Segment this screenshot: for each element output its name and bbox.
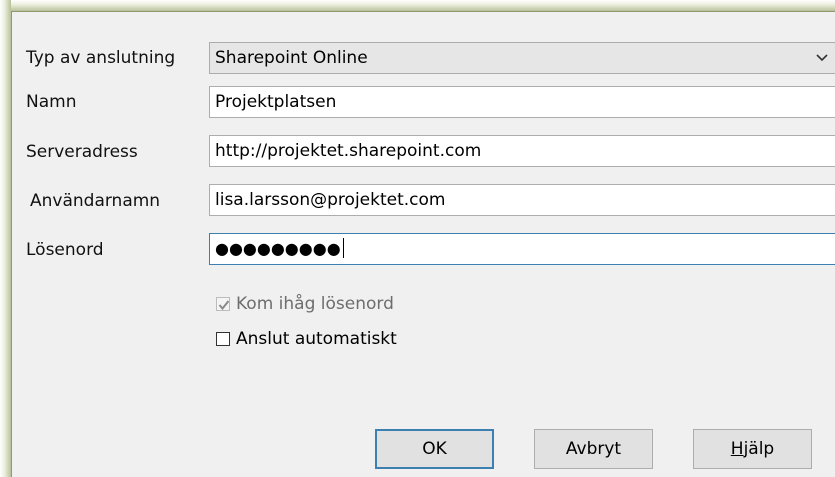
server-address-value: http://projektet.sharepoint.com (215, 141, 482, 161)
username-field[interactable]: lisa.larsson@projektet.com (209, 184, 835, 216)
auto-connect-checkbox[interactable] (216, 332, 230, 346)
password-masked-value: ●●●●●●●●● (215, 239, 341, 258)
auto-connect-label: Anslut automatiskt (236, 329, 397, 349)
help-button[interactable]: Hjälp (693, 429, 812, 469)
window-frame-top-edge (0, 0, 835, 11)
remember-password-checkbox[interactable] (216, 297, 230, 311)
connection-type-select[interactable]: Sharepoint Online (209, 42, 835, 74)
password-label: Lösenord (26, 240, 104, 260)
server-address-field[interactable]: http://projektet.sharepoint.com (209, 135, 835, 167)
text-caret (342, 237, 344, 258)
remember-password-checkbox-row[interactable]: Kom ihåg lösenord (216, 293, 394, 315)
help-button-mnemonic: H (730, 439, 744, 459)
name-field[interactable]: Projektplatsen (209, 86, 835, 118)
connection-type-label: Typ av anslutning (26, 48, 176, 68)
ok-button[interactable]: OK (375, 429, 494, 469)
checkmark-icon (218, 300, 230, 311)
name-label: Namn (26, 92, 77, 112)
password-field[interactable]: ●●●●●●●●● (209, 233, 835, 265)
window-frame: Typ av anslutning Sharepoint Online Namn… (0, 0, 835, 477)
connection-dialog: Typ av anslutning Sharepoint Online Namn… (11, 11, 835, 477)
remember-password-label: Kom ihåg lösenord (236, 294, 394, 314)
connection-type-value: Sharepoint Online (215, 48, 368, 68)
cancel-button[interactable]: Avbryt (534, 429, 653, 469)
chevron-down-icon[interactable] (815, 52, 829, 64)
help-button-label: jälp (743, 439, 775, 459)
username-value: lisa.larsson@projektet.com (215, 190, 446, 210)
name-value: Projektplatsen (215, 92, 337, 112)
username-label: Användarnamn (30, 191, 161, 211)
auto-connect-checkbox-row[interactable]: Anslut automatiskt (216, 328, 397, 350)
window-frame-left-edge (0, 0, 11, 477)
server-address-label: Serveradress (26, 142, 138, 162)
